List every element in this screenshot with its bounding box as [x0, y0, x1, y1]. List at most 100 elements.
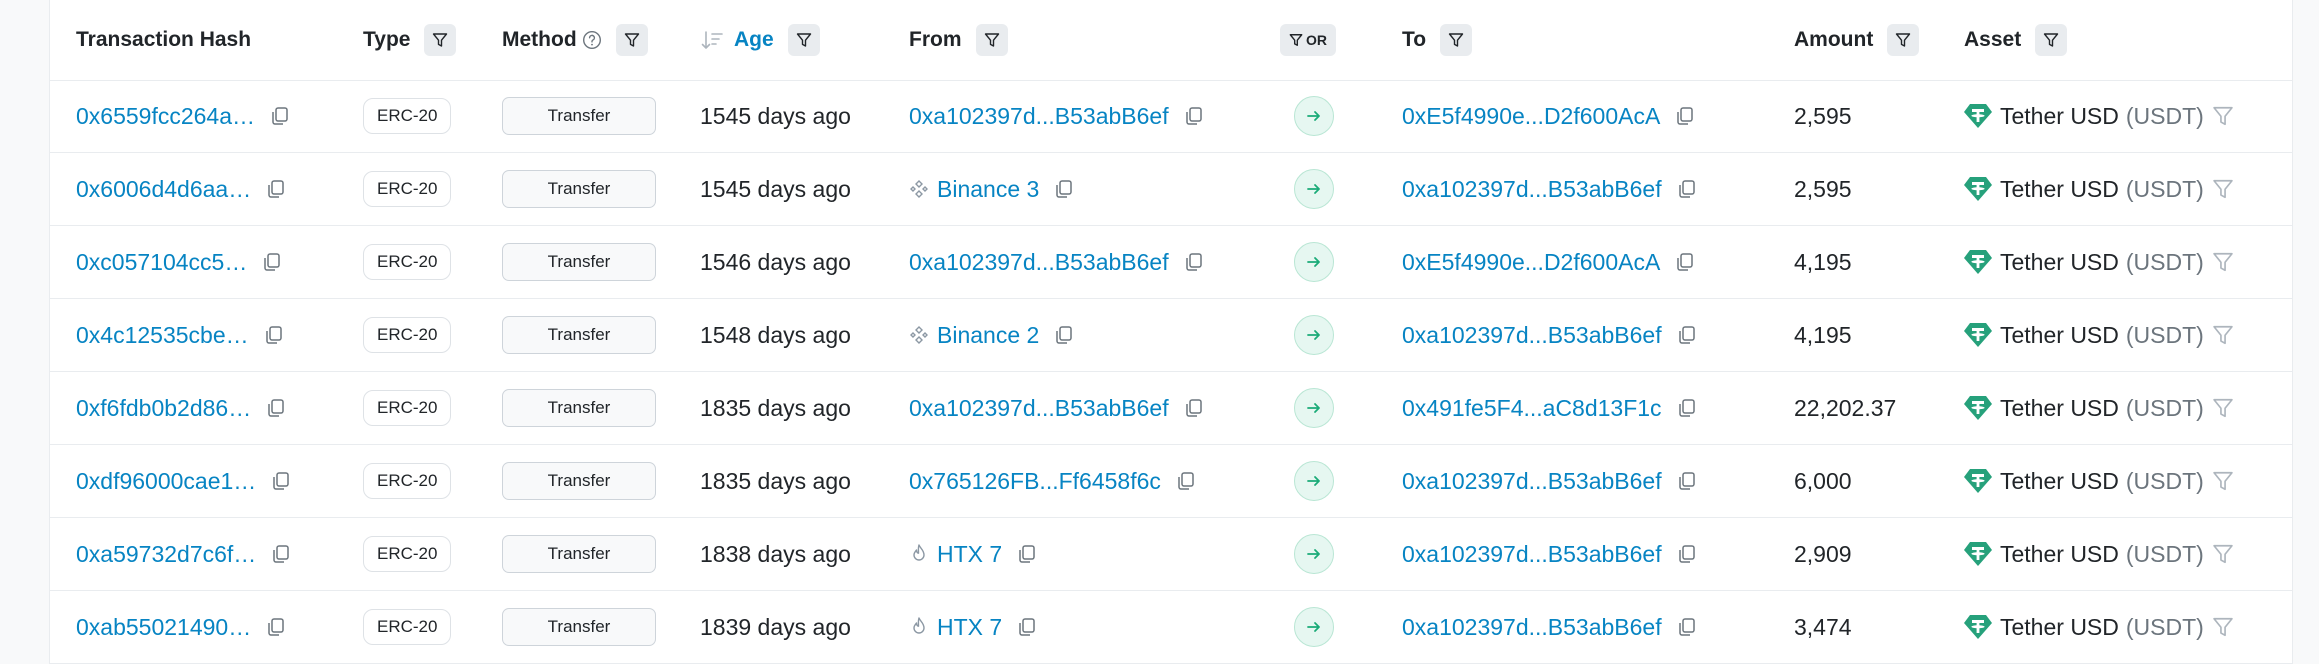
copy-icon[interactable] — [269, 105, 291, 127]
copy-icon[interactable] — [1676, 324, 1698, 346]
hash-cell: 0x4c12535cbe… — [76, 299, 285, 371]
copy-icon[interactable] — [1175, 470, 1197, 492]
copy-icon[interactable] — [261, 251, 283, 273]
from-address-link[interactable]: HTX 7 — [937, 614, 1002, 641]
copy-icon[interactable] — [270, 543, 292, 565]
filter-icon[interactable] — [2212, 324, 2234, 346]
from-address-link[interactable]: 0xa102397d...B53abB6ef — [909, 103, 1169, 130]
tx-hash-link[interactable]: 0x6006d4d6aa… — [76, 176, 251, 203]
copy-icon[interactable] — [1016, 616, 1038, 638]
asset-name[interactable]: Tether USD — [2000, 322, 2119, 349]
type-filter-button[interactable] — [424, 24, 457, 56]
direction-cell — [1294, 226, 1334, 298]
copy-icon[interactable] — [1053, 178, 1075, 200]
asset-name[interactable]: Tether USD — [2000, 103, 2119, 130]
copy-icon[interactable] — [1676, 470, 1698, 492]
from-address-link[interactable]: Binance 2 — [937, 322, 1039, 349]
to-address-link[interactable]: 0xa102397d...B53abB6ef — [1402, 322, 1662, 349]
copy-icon[interactable] — [263, 324, 285, 346]
asset-name[interactable]: Tether USD — [2000, 395, 2119, 422]
tx-hash-link[interactable]: 0xa59732d7c6f… — [76, 541, 256, 568]
type-cell: ERC-20 — [363, 153, 452, 225]
copy-icon[interactable] — [1674, 105, 1696, 127]
tx-hash-link[interactable]: 0xdf96000cae1… — [76, 468, 256, 495]
filter-icon[interactable] — [2212, 397, 2234, 419]
from-address-link[interactable]: HTX 7 — [937, 541, 1002, 568]
asset-symbol: (USDT) — [2125, 394, 2204, 421]
filter-icon — [1896, 33, 1911, 47]
copy-icon[interactable] — [1183, 397, 1205, 419]
asset-name[interactable]: Tether USD — [2000, 614, 2119, 641]
copy-icon[interactable] — [1676, 616, 1698, 638]
or-filter-button[interactable]: OR — [1280, 24, 1336, 56]
tx-hash-link[interactable]: 0x6559fcc264a… — [76, 103, 255, 130]
filter-icon — [433, 33, 448, 47]
copy-icon[interactable] — [270, 470, 292, 492]
copy-icon[interactable] — [1183, 251, 1205, 273]
to-address-link[interactable]: 0xa102397d...B53abB6ef — [1402, 468, 1662, 495]
type-badge: ERC-20 — [363, 390, 452, 426]
to-cell: 0xa102397d...B53abB6ef — [1402, 445, 1698, 517]
from-filter-button[interactable] — [975, 24, 1008, 56]
tx-hash-link[interactable]: 0xf6fdb0b2d86… — [76, 395, 251, 422]
type-cell: ERC-20 — [363, 518, 452, 590]
direction-cell — [1294, 299, 1334, 371]
from-address-link[interactable]: 0xa102397d...B53abB6ef — [909, 249, 1169, 276]
asset-name[interactable]: Tether USD — [2000, 468, 2119, 495]
tether-logo-icon — [1964, 614, 1992, 640]
filter-icon — [984, 33, 999, 47]
from-address-link[interactable]: 0x765126FB...Ff6458f6c — [909, 468, 1161, 495]
age-text: 1548 days ago — [700, 321, 851, 348]
age-filter-button[interactable] — [787, 24, 820, 56]
filter-icon[interactable] — [2212, 616, 2234, 638]
asset-name[interactable]: Tether USD — [2000, 541, 2119, 568]
filter-icon[interactable] — [2212, 178, 2234, 200]
copy-icon[interactable] — [1674, 251, 1696, 273]
to-address-link[interactable]: 0xa102397d...B53abB6ef — [1402, 614, 1662, 641]
filter-icon[interactable] — [2212, 105, 2234, 127]
copy-icon[interactable] — [1676, 397, 1698, 419]
col-age[interactable]: Age — [700, 0, 820, 80]
direction-cell — [1294, 518, 1334, 590]
from-address-link[interactable]: Binance 3 — [937, 176, 1039, 203]
copy-icon[interactable] — [265, 616, 287, 638]
col-age-label[interactable]: Age — [734, 28, 774, 52]
copy-icon[interactable] — [1016, 543, 1038, 565]
col-to-label: To — [1402, 28, 1427, 51]
to-address-link[interactable]: 0xa102397d...B53abB6ef — [1402, 541, 1662, 568]
copy-icon[interactable] — [1053, 324, 1075, 346]
to-address-link[interactable]: 0xE5f4990e...D2f600AcA — [1402, 249, 1660, 276]
filter-icon[interactable] — [2212, 470, 2234, 492]
copy-icon[interactable] — [1676, 543, 1698, 565]
to-address-link[interactable]: 0x491fe5F4...aC8d13F1c — [1402, 395, 1662, 422]
copy-icon[interactable] — [1676, 178, 1698, 200]
asset-cell: Tether USD (USDT) — [1964, 372, 2234, 444]
or-label: OR — [1306, 32, 1327, 48]
table-row: 0x6006d4d6aa… ERC-20 Transfer 1545 days … — [50, 153, 2292, 226]
filter-icon[interactable] — [2212, 543, 2234, 565]
asset-filter-button[interactable] — [2035, 24, 2068, 56]
method-badge: Transfer — [502, 462, 656, 500]
copy-icon[interactable] — [265, 397, 287, 419]
method-filter-button[interactable] — [615, 24, 648, 56]
copy-icon[interactable] — [1183, 105, 1205, 127]
col-tx-hash-label: Transaction Hash — [76, 28, 252, 51]
to-filter-button[interactable] — [1440, 24, 1473, 56]
amount-value: 4,195 — [1794, 321, 1852, 348]
from-address-link[interactable]: 0xa102397d...B53abB6ef — [909, 395, 1169, 422]
asset-name[interactable]: Tether USD — [2000, 176, 2119, 203]
tx-hash-link[interactable]: 0xab55021490… — [76, 614, 251, 641]
question-circle-icon[interactable] — [582, 30, 602, 50]
amount-filter-button[interactable] — [1887, 24, 1920, 56]
copy-icon[interactable] — [265, 178, 287, 200]
filter-icon — [796, 33, 811, 47]
tx-hash-link[interactable]: 0xc057104cc5… — [76, 249, 247, 276]
tx-hash-link[interactable]: 0x4c12535cbe… — [76, 322, 249, 349]
sort-descending-icon[interactable] — [700, 29, 724, 51]
filter-icon[interactable] — [2212, 251, 2234, 273]
to-address-link[interactable]: 0xE5f4990e...D2f600AcA — [1402, 103, 1660, 130]
col-asset-label: Asset — [1964, 28, 2022, 51]
col-amount-label: Amount — [1794, 28, 1874, 51]
asset-name[interactable]: Tether USD — [2000, 249, 2119, 276]
to-address-link[interactable]: 0xa102397d...B53abB6ef — [1402, 176, 1662, 203]
